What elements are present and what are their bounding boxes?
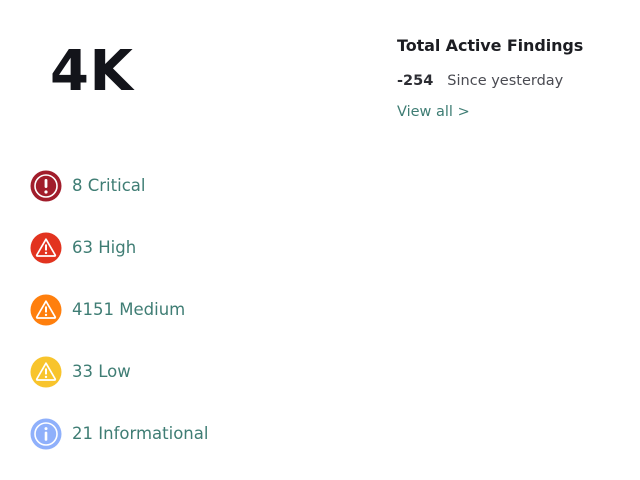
severity-item-high[interactable]: 63 High	[30, 232, 208, 264]
severity-item-low[interactable]: 33 Low	[30, 356, 208, 388]
info-icon	[30, 418, 62, 450]
critical-exclamation-icon	[30, 170, 62, 202]
high-warning-icon	[30, 232, 62, 264]
delta-value: -254	[397, 73, 434, 89]
medium-warning-icon	[30, 294, 62, 326]
severity-label: 21 Informational	[72, 424, 209, 443]
severity-label: 63 High	[72, 238, 137, 257]
severity-label: 33 Low	[72, 362, 131, 381]
summary-title: Total Active Findings	[397, 36, 584, 55]
delta-row: -254 Since yesterday	[397, 72, 583, 90]
delta-label: Since yesterday	[447, 73, 564, 89]
severity-item-medium[interactable]: 4151 Medium	[30, 294, 208, 326]
severity-list: 8 Critical 63 High 4151 Medium 33 Low 21…	[30, 170, 208, 480]
low-warning-icon	[30, 356, 62, 388]
findings-summary: Total Active Findings -254 Since yesterd…	[397, 36, 583, 121]
view-all-link[interactable]: View all >	[397, 103, 470, 121]
severity-item-informational[interactable]: 21 Informational	[30, 418, 208, 450]
severity-label: 4151 Medium	[72, 300, 186, 319]
severity-label: 8 Critical	[72, 176, 146, 195]
findings-card: 4K Total Active Findings -254 Since yest…	[0, 0, 640, 466]
severity-item-critical[interactable]: 8 Critical	[30, 170, 208, 202]
total-findings-count: 4K	[50, 39, 134, 104]
